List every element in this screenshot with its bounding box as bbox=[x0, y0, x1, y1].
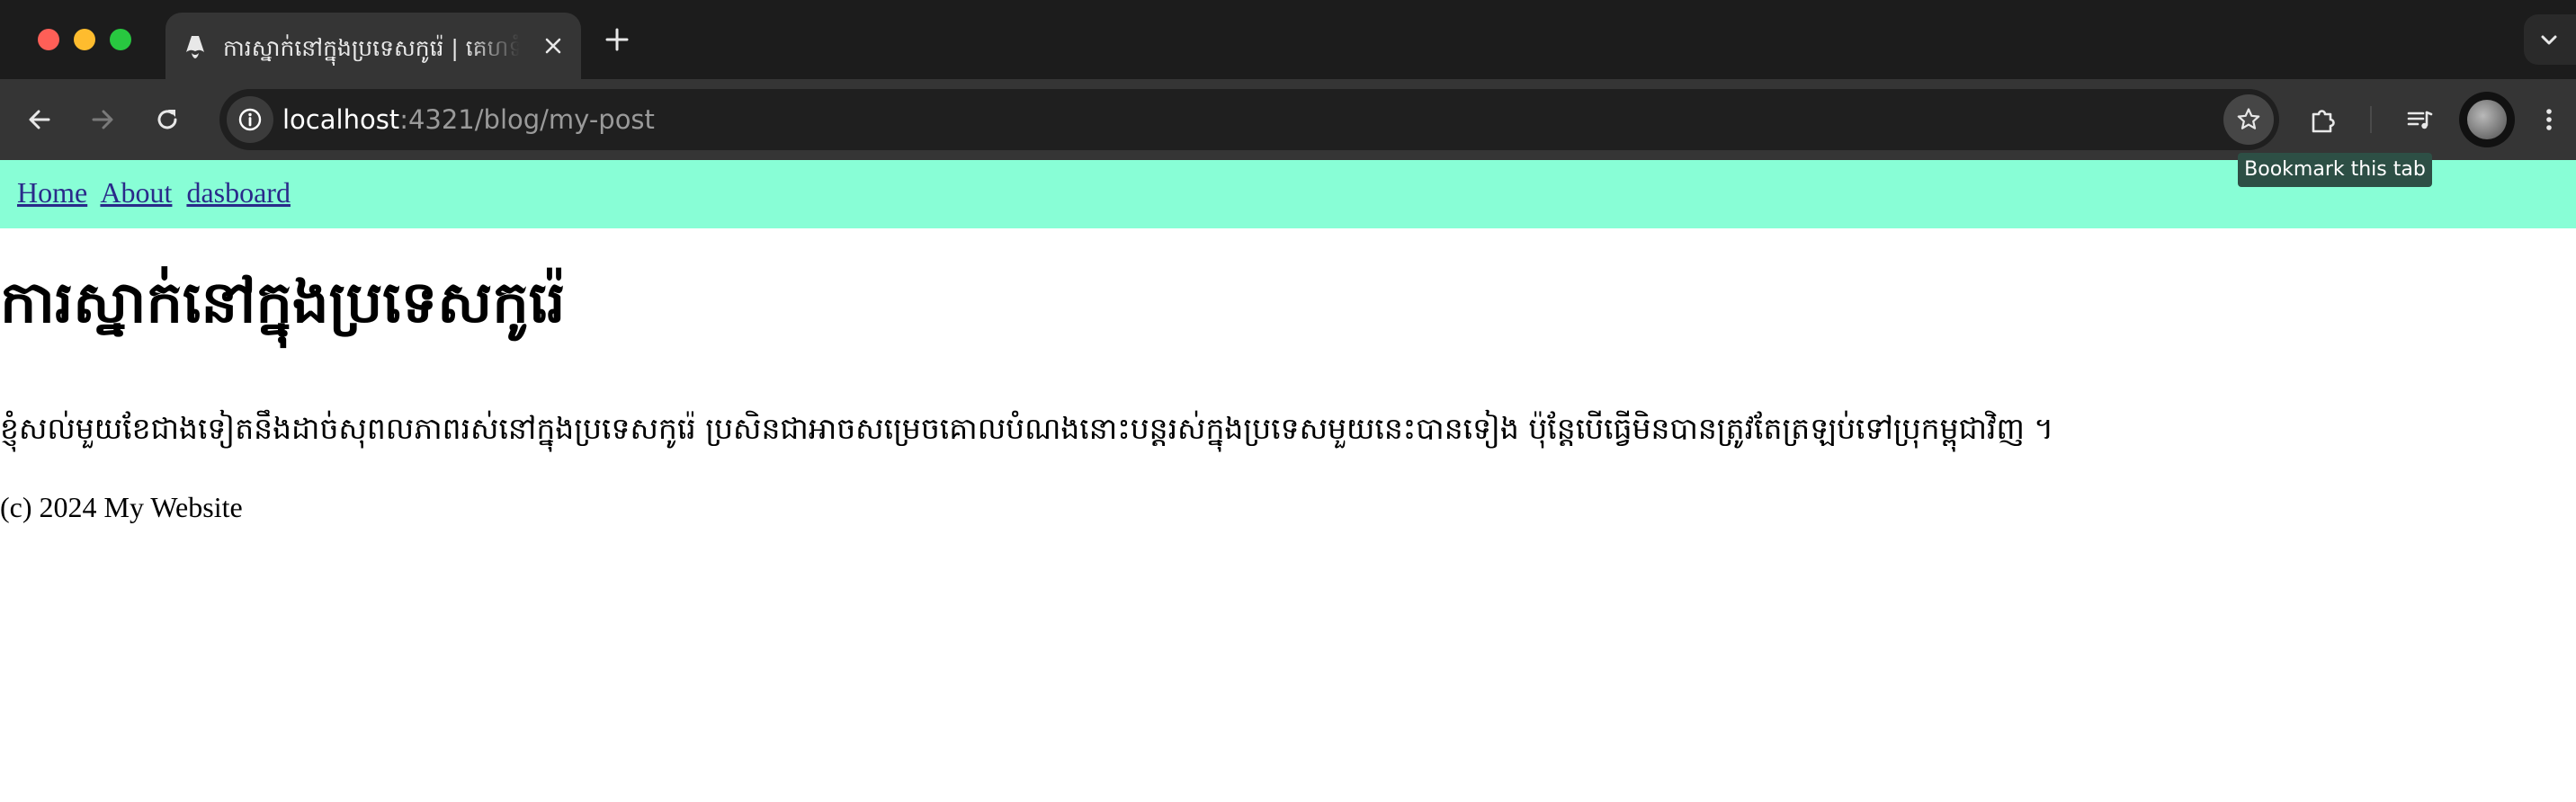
site-info-button[interactable] bbox=[227, 96, 273, 143]
astro-logo-icon bbox=[182, 32, 209, 59]
star-icon bbox=[2237, 108, 2260, 129]
arrow-right-icon bbox=[92, 110, 113, 129]
tab-title: ការស្នាក់នៅក្នុងប្រទេសកូរ៉េ | គេហទំព័រ bbox=[223, 35, 520, 61]
browser-window: ការស្នាក់នៅក្នុងប្រទេសកូរ៉េ | គេហទំព័រ l… bbox=[0, 0, 2576, 802]
page-title: ការស្នាក់នៅក្នុងប្រទេសកូរ៉េ bbox=[0, 270, 566, 336]
reload-button[interactable] bbox=[148, 100, 187, 139]
browser-toolbar: localhost:4321/blog/my-post bbox=[0, 79, 2576, 160]
media-control-button[interactable] bbox=[2400, 100, 2439, 139]
kebab-menu-icon bbox=[2546, 109, 2552, 130]
info-icon bbox=[238, 108, 262, 131]
back-button[interactable] bbox=[20, 100, 59, 139]
close-window-button[interactable] bbox=[38, 29, 59, 50]
url-host: localhost bbox=[282, 104, 400, 135]
close-icon[interactable] bbox=[541, 34, 565, 58]
menu-button[interactable] bbox=[2529, 100, 2569, 139]
plus-icon[interactable] bbox=[601, 23, 633, 56]
post-body: ខ្ញុំសល់មួយខែជាងទៀតនឹងដាច់សុពលភាពរស់នៅក្… bbox=[0, 411, 2054, 446]
footer-copyright: (c) 2024 My Website bbox=[0, 491, 243, 523]
address-bar[interactable]: localhost:4321/blog/my-post bbox=[219, 89, 2279, 150]
url-text[interactable]: localhost:4321/blog/my-post bbox=[282, 102, 655, 138]
nav-link-dashboard[interactable]: dasboard bbox=[186, 176, 291, 209]
toolbar-divider bbox=[2370, 106, 2372, 133]
media-control-icon bbox=[2407, 111, 2433, 129]
forward-button[interactable] bbox=[83, 100, 122, 139]
url-path: :4321/blog/my-post bbox=[399, 104, 655, 135]
chevron-down-icon bbox=[2541, 35, 2557, 45]
arrow-left-icon bbox=[29, 110, 50, 129]
reload-icon bbox=[157, 110, 177, 129]
nav-links: Home About dasboard bbox=[17, 174, 298, 210]
bookmark-tooltip: Bookmark this tab bbox=[2238, 153, 2432, 187]
profile-picture bbox=[2467, 100, 2507, 139]
site-nav: Home About dasboard bbox=[0, 160, 2576, 228]
tab-search-button[interactable] bbox=[2524, 14, 2576, 65]
zoom-window-button[interactable] bbox=[110, 29, 131, 50]
tab-strip: ការស្នាក់នៅក្នុងប្រទេសកូរ៉េ | គេហទំព័រ bbox=[0, 0, 2576, 79]
nav-link-home[interactable]: Home bbox=[17, 176, 87, 209]
avatar[interactable] bbox=[2459, 92, 2515, 147]
nav-link-about[interactable]: About bbox=[100, 176, 172, 209]
minimize-window-button[interactable] bbox=[74, 29, 95, 50]
extensions-button[interactable] bbox=[2303, 100, 2342, 139]
tab-active[interactable]: ការស្នាក់នៅក្នុងប្រទេសកូរ៉េ | គេហទំព័រ bbox=[165, 13, 581, 79]
puzzle-icon bbox=[2312, 110, 2335, 133]
bookmark-button[interactable] bbox=[2223, 94, 2274, 145]
